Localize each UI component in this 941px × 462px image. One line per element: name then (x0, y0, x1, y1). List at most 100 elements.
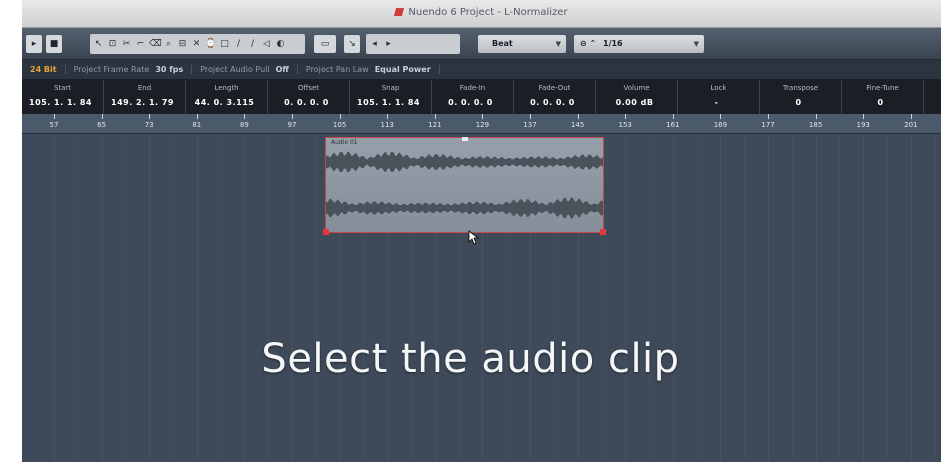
grid-line (268, 134, 270, 462)
grid-line (54, 134, 55, 462)
chevron-down-icon: ▼ (693, 40, 699, 48)
grid-line (101, 134, 103, 462)
ruler-label: 121 (428, 121, 442, 129)
info-value: 105. 1. 1. 84 (29, 98, 92, 107)
line-tool-icon[interactable]: ∕ (247, 38, 258, 50)
ruler-label: 73 (144, 121, 154, 129)
ruler-tick (54, 114, 55, 119)
nudge-right-icon[interactable]: ▸ (383, 38, 394, 50)
ruler-tick (244, 114, 246, 119)
ruler-tick (768, 114, 769, 119)
ruler-label: 81 (192, 121, 202, 129)
info-offset[interactable]: Offset 0. 0. 0. 0 (268, 80, 350, 114)
ruler-label: 145 (570, 121, 585, 129)
info-start[interactable]: Start 105. 1. 1. 84 (22, 80, 104, 114)
ruler-label: 201 (904, 121, 918, 129)
chevron-down-icon: ▼ (555, 40, 561, 48)
grid-line (696, 134, 698, 462)
fade-out-handle[interactable] (600, 229, 606, 235)
info-line: Start 105. 1. 1. 84 End 149. 2. 1. 79 Le… (22, 80, 941, 114)
status-pan-law[interactable]: Project Pan Law Equal Power (298, 65, 440, 74)
info-value: 0 (795, 98, 802, 107)
ruler-tick (482, 114, 484, 119)
info-value: 0. 0. 0. 0 (448, 98, 493, 107)
ruler-tick (910, 114, 912, 119)
ruler-label: 185 (808, 121, 823, 129)
status-label: Project Audio Pull (200, 65, 270, 74)
play-tool-icon[interactable]: ◁ (261, 38, 272, 50)
draw-tool-icon[interactable]: □ (219, 38, 230, 50)
mute-tool-icon[interactable]: ✕ (191, 38, 202, 50)
event-display[interactable]: Audio 01 (22, 134, 941, 462)
time-warp-tool-icon[interactable]: ⌚ (205, 38, 216, 50)
ruler-label: 65 (97, 121, 107, 129)
ruler-label: 97 (287, 121, 297, 129)
nuendo-window: Nuendo 6 Project - L-Normalizer ▸ ■ ↖ ⊡ … (22, 0, 941, 462)
info-label: Lock (710, 84, 727, 92)
info-value: - (714, 98, 719, 107)
bit-depth[interactable]: 24 Bit (22, 65, 66, 74)
autoscroll-icon[interactable]: ↘ (344, 35, 360, 53)
speaker-tool-icon[interactable]: ◐ (275, 38, 286, 50)
grid-line (744, 134, 746, 462)
snap-icon: ⊖ ⌃ (580, 39, 597, 48)
info-snap[interactable]: Snap 105. 1. 1. 84 (350, 80, 432, 114)
audio-clip[interactable]: Audio 01 (323, 137, 606, 235)
title-bar: Nuendo 6 Project - L-Normalizer (22, 0, 941, 28)
ruler-tick (196, 114, 198, 119)
ruler-tick (101, 114, 103, 119)
ruler-tick (149, 114, 151, 119)
ruler-label: 177 (761, 121, 775, 129)
info-value: 0. 0. 0. 0 (530, 98, 575, 107)
stop-icon[interactable]: ■ (46, 35, 62, 53)
erase-tool-icon[interactable]: ⌫ (149, 38, 162, 50)
window-layout-icon[interactable]: ▭ (314, 35, 336, 53)
ruler-label: 89 (239, 121, 249, 129)
grid-line (125, 134, 127, 462)
info-label: Fine-Tune (866, 84, 899, 92)
info-fade-in[interactable]: Fade-In 0. 0. 0. 0 (432, 80, 514, 114)
status-frame-rate[interactable]: Project Frame Rate 30 fps (66, 65, 193, 74)
info-end[interactable]: End 149. 2. 1. 79 (104, 80, 186, 114)
info-lock[interactable]: Lock - (678, 80, 760, 114)
quantize-preset-select[interactable]: Beat ▼ (478, 35, 566, 53)
range-select-tool-icon[interactable]: ⊡ (107, 38, 118, 50)
ruler-label: 169 (713, 121, 728, 129)
split-tool-icon[interactable]: ✂ (121, 38, 132, 50)
zoom-tool-icon[interactable]: ⌕ (163, 38, 174, 50)
timeline-ruler[interactable]: 57 65 73 81 89 97 105 113 121 129 137 145 153 161 169 1… (22, 114, 941, 134)
info-label: End (137, 84, 152, 92)
pencil-tool-icon[interactable]: / (233, 38, 244, 50)
grid-line (672, 134, 674, 462)
ruler-tick (672, 114, 674, 119)
nudge-left-icon[interactable]: ◂ (369, 38, 380, 50)
glue-tool-icon[interactable]: ⌐ (135, 38, 146, 50)
object-select-tool-icon[interactable]: ↖ (93, 38, 104, 50)
grid-line (934, 134, 936, 462)
ruler-label: 193 (856, 121, 870, 129)
fade-in-handle[interactable] (323, 229, 329, 235)
info-value: 0 (877, 98, 884, 107)
ruler-tick (720, 114, 722, 119)
info-fine-tune[interactable]: Fine-Tune 0 (842, 80, 924, 114)
clip-waveform (326, 151, 603, 219)
window-title-container: Nuendo 6 Project - L-Normalizer (22, 7, 941, 18)
comp-tool-icon[interactable]: ⊟ (177, 38, 188, 50)
grid-line (196, 134, 198, 462)
info-length[interactable]: Length 44. 0. 3.115 (186, 80, 268, 114)
play-icon[interactable]: ▸ (26, 35, 42, 53)
info-volume[interactable]: Volume 0.00 dB (596, 80, 678, 114)
mouse-pointer-icon (468, 230, 480, 245)
grid-line (173, 134, 174, 462)
status-audio-pull[interactable]: Project Audio Pull Off (192, 65, 298, 74)
info-transpose[interactable]: Transpose 0 (760, 80, 842, 114)
info-fade-out[interactable]: Fade-Out 0. 0. 0. 0 (514, 80, 596, 114)
grid-line (315, 134, 317, 462)
grid-line (768, 134, 769, 462)
info-value: 44. 0. 3.115 (194, 98, 255, 107)
ruler-tick (434, 114, 436, 119)
project-toolbar: ▸ ■ ↖ ⊡ ✂ ⌐ ⌫ ⌕ ⊟ ✕ ⌚ □ / ∕ ◁ ◐ ▭ ↘ ◂ ▸ … (22, 28, 941, 60)
grid-line (839, 134, 841, 462)
snap-value-select[interactable]: ⊖ ⌃ 1/16 ▼ (574, 35, 704, 53)
grid-line (815, 134, 817, 462)
